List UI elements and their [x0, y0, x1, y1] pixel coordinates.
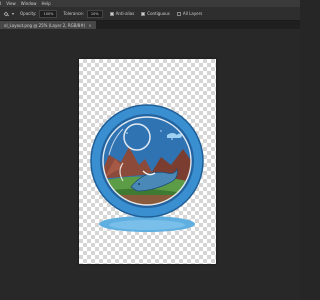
- all-layers-label: All Layers: [182, 11, 203, 16]
- options-bar: ▾ Opacity: 100% Tolerance: 10% Anti-alia…: [0, 7, 300, 21]
- anti-alias-label: Anti-alias: [115, 11, 135, 16]
- menu-item[interactable]: View: [6, 1, 16, 6]
- contiguous-label: Contiguous: [147, 11, 170, 16]
- anti-alias-checkbox[interactable]: [109, 11, 114, 16]
- menu-item[interactable]: Window: [21, 1, 37, 6]
- menu-item[interactable]: ID: [0, 1, 1, 6]
- menu-bar: ID View Window Help: [0, 0, 300, 7]
- document-tab-title: ol_Layout.png @ 25% (Layer 2, RGB/8#): [4, 22, 86, 28]
- document-tab-bar: ol_Layout.png @ 25% (Layer 2, RGB/8#) ×: [0, 21, 300, 29]
- menu-item[interactable]: Help: [42, 1, 51, 6]
- document-canvas[interactable]: [79, 59, 216, 264]
- all-layers-checkbox[interactable]: [176, 11, 181, 16]
- paint-bucket-icon[interactable]: [3, 11, 9, 17]
- tolerance-label: Tolerance:: [63, 11, 84, 16]
- tool-preset-chevron-icon[interactable]: ▾: [12, 11, 14, 16]
- contiguous-checkbox[interactable]: [141, 11, 146, 16]
- tolerance-field[interactable]: 10%: [86, 9, 103, 18]
- document-tab[interactable]: ol_Layout.png @ 25% (Layer 2, RGB/8#) ×: [0, 21, 96, 29]
- opacity-label: Opacity:: [20, 11, 37, 16]
- close-tab-icon[interactable]: ×: [88, 23, 91, 28]
- opacity-field[interactable]: 100%: [39, 9, 58, 18]
- whale-bubble-artwork: [90, 104, 204, 232]
